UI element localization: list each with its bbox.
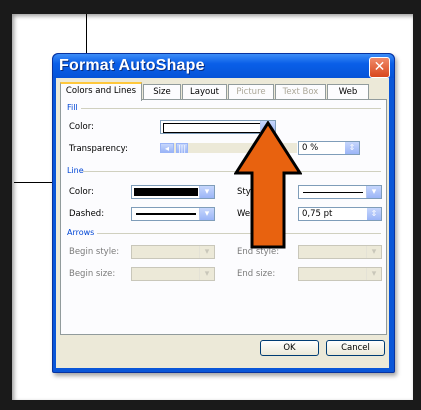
line-color-swatch: [134, 188, 198, 196]
weight-spinner[interactable]: 0,75 pt ⇕: [298, 207, 382, 221]
dashed-preview: [136, 213, 196, 215]
fill-color-label: Color:: [69, 122, 94, 132]
line-divider: [83, 171, 381, 172]
transparency-spinner[interactable]: 0 % ⇕: [298, 141, 360, 155]
tab-colors-and-lines[interactable]: Colors and Lines: [60, 82, 142, 101]
fill-group-label: Fill: [67, 103, 78, 112]
transparency-value: 0 %: [302, 143, 319, 153]
end-size-dropdown[interactable]: ▾: [298, 267, 382, 281]
begin-size-dropdown[interactable]: ▾: [131, 267, 215, 281]
tab-panel-colors-and-lines: Fill Color: ▾ Transparency: ◂ ||| 0 % ⇕ …: [60, 99, 387, 335]
tab-size[interactable]: Size: [143, 84, 181, 99]
frame-top: [0, 0, 421, 14]
line-group-label: Line: [67, 166, 84, 175]
chevron-down-icon[interactable]: ▾: [366, 268, 381, 280]
ok-button[interactable]: OK: [260, 340, 319, 356]
end-style-dropdown[interactable]: ▾: [298, 245, 382, 259]
chevron-down-icon[interactable]: ▾: [199, 246, 214, 258]
frame-bottom: [0, 400, 421, 410]
arrows-group-label: Arrows: [67, 228, 95, 237]
line-color-dropdown[interactable]: ▾: [131, 185, 215, 199]
tab-text-box[interactable]: Text Box: [275, 84, 326, 99]
line-color-label: Color:: [69, 187, 94, 197]
dashed-label: Dashed:: [69, 209, 105, 219]
begin-style-label: Begin style:: [69, 247, 120, 257]
slider-thumb[interactable]: |||: [176, 143, 188, 153]
spinner-arrows-icon[interactable]: ⇕: [367, 208, 381, 220]
line-style-preview: [303, 192, 363, 193]
chevron-down-icon[interactable]: ▾: [199, 208, 214, 220]
frame-left: [0, 0, 12, 410]
transparency-label: Transparency:: [69, 144, 128, 154]
chevron-left-icon[interactable]: ◂: [160, 143, 174, 153]
chevron-down-icon[interactable]: ▾: [199, 268, 214, 280]
begin-style-dropdown[interactable]: ▾: [131, 245, 215, 259]
spinner-arrows-icon[interactable]: ⇕: [345, 142, 359, 154]
title-bar[interactable]: Format AutoShape ✕: [53, 54, 394, 78]
frame-right: [413, 0, 421, 410]
end-size-label: End size:: [237, 269, 276, 279]
tab-web[interactable]: Web: [327, 84, 369, 99]
chevron-down-icon[interactable]: ▾: [366, 186, 381, 198]
connector-line-horizontal: [14, 182, 54, 183]
weight-value: 0,75 pt: [302, 209, 333, 219]
highlight-arrow-icon: [234, 121, 302, 249]
cancel-button[interactable]: Cancel: [326, 340, 385, 356]
format-autoshape-dialog: Format AutoShape ✕ Colors and Lines Size…: [52, 53, 395, 373]
tab-picture[interactable]: Picture: [228, 84, 274, 99]
tab-layout[interactable]: Layout: [182, 84, 227, 99]
dashed-dropdown[interactable]: ▾: [131, 207, 215, 221]
chevron-down-icon[interactable]: ▾: [366, 246, 381, 258]
chevron-down-icon[interactable]: ▾: [199, 186, 214, 198]
dialog-title: Format AutoShape: [59, 57, 205, 74]
connector-line-vertical: [86, 14, 87, 58]
dialog-body: Colors and Lines Size Layout Picture Tex…: [56, 78, 389, 368]
close-icon[interactable]: ✕: [369, 57, 390, 78]
line-style-dropdown[interactable]: ▾: [298, 185, 382, 199]
begin-size-label: Begin size:: [69, 269, 116, 279]
fill-divider: [81, 108, 381, 109]
